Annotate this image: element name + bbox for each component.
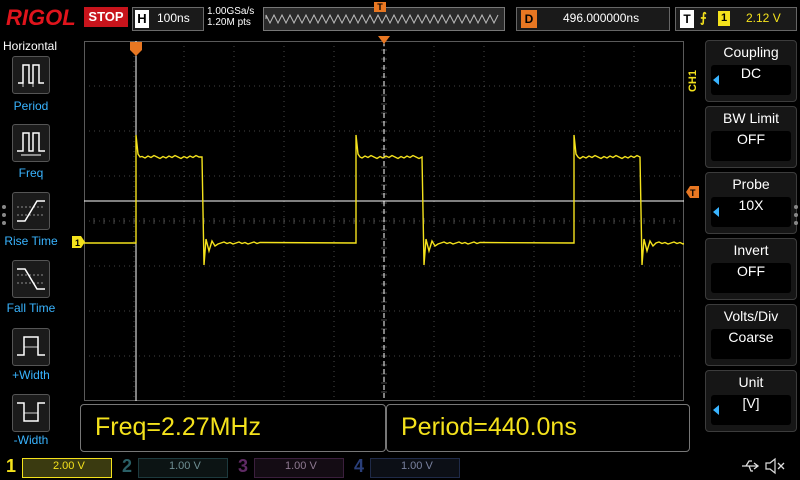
unit-title: Unit (738, 374, 764, 390)
volts-div-value: Coarse (711, 329, 791, 359)
usb-icon (742, 460, 760, 472)
menu-title: Horizontal (3, 39, 58, 53)
trigger-edge-icon: ⨍ (700, 10, 707, 25)
bw-limit-value: OFF (711, 131, 791, 161)
menu-page-dots-icon (2, 205, 6, 225)
sample-rate: 1.00GSa/s (207, 6, 255, 17)
brand-logo: RIGOL (6, 5, 76, 30)
channel-settings-menu: Coupling DC BW Limit OFF Probe 10X Inver… (700, 36, 800, 454)
delay-value: 496.000000ns (563, 11, 640, 25)
freq-button[interactable] (12, 124, 50, 162)
channel-status-bar: 1 2.00 V 2 1.00 V 3 1.00 V 4 1.00 V (0, 454, 800, 480)
channel-3-panel: 1.00 V (254, 458, 344, 478)
period-label: Period (13, 99, 49, 113)
positive-width-icon (17, 336, 45, 356)
freq-label: Freq (18, 166, 44, 180)
cursor-a-marker[interactable] (130, 42, 142, 56)
channel-3-status[interactable]: 3 1.00 V (234, 456, 344, 478)
delay-key: D (521, 10, 537, 28)
volts-div-title: Volts/Div (723, 308, 779, 324)
period-icon (18, 64, 44, 87)
channel-4-panel: 1.00 V (370, 458, 460, 478)
bw-limit-setting[interactable]: BW Limit OFF (705, 106, 797, 168)
period-button[interactable] (12, 56, 50, 94)
channel-4-scale: 1.00 V (401, 460, 433, 472)
unit-setting[interactable]: Unit [V] (705, 370, 797, 432)
selector-arrow-icon (713, 207, 719, 217)
channel-2-scale: 1.00 V (169, 460, 201, 472)
invert-value: OFF (711, 263, 791, 293)
trigger-position-marker[interactable]: T (374, 2, 386, 12)
memory-depth: 1.20M pts (207, 17, 251, 28)
probe-value: 10X (711, 197, 791, 227)
trigger-source: 1 (718, 11, 730, 26)
right-menu-page-dots-icon (794, 205, 798, 225)
frequency-readout: Freq=2.27MHz (95, 413, 262, 441)
negative-width-label: -Width (13, 433, 49, 447)
trigger-display[interactable]: T ⨍ 1 2.12 V (675, 7, 797, 31)
rise-time-button[interactable] (12, 192, 50, 230)
channel-2-number: 2 (121, 456, 132, 476)
volts-div-setting[interactable]: Volts/Div Coarse (705, 304, 797, 366)
trigger-point-marker (378, 36, 390, 44)
channel-1-panel: 2.00 V (22, 458, 112, 478)
frequency-icon (17, 132, 45, 156)
ch1-marker-text: 1 (75, 238, 80, 248)
positive-width-label: +Width (12, 368, 50, 382)
waveform-display[interactable] (83, 40, 699, 402)
fall-time-icon (17, 268, 45, 290)
channel-1-number: 1 (5, 456, 16, 476)
top-status-bar: RIGOL STOP H 100ns 1.00GSa/s 1.20M pts T… (0, 0, 800, 36)
probe-title: Probe (732, 176, 770, 192)
waveform-grid (83, 40, 699, 402)
trigger-level-marker[interactable]: T (685, 186, 699, 198)
unit-value: [V] (711, 395, 791, 425)
coupling-title: Coupling (723, 44, 779, 60)
channel-1-status[interactable]: 1 2.00 V (2, 456, 112, 478)
rise-time-label: Rise Time (4, 234, 58, 248)
positive-width-button[interactable] (12, 328, 50, 366)
horizontal-measure-menu: Horizontal Period Freq Rise Time Fall Ti… (0, 36, 62, 454)
ch1-offset-marker[interactable]: 1 (72, 236, 86, 248)
channel-4-number: 4 (353, 456, 364, 476)
invert-title: Invert (733, 242, 769, 258)
selector-arrow-icon (713, 405, 719, 415)
period-measurement: Period=440.0ns (386, 404, 690, 452)
timebase-value: 100ns (157, 11, 190, 25)
bw-limit-title: BW Limit (723, 110, 779, 126)
acquisition-info: 1.00GSa/s 1.20M pts (207, 6, 254, 28)
trigger-level: 2.12 V (746, 11, 781, 25)
coupling-value: DC (711, 65, 791, 95)
selector-arrow-icon (713, 75, 719, 85)
probe-setting[interactable]: Probe 10X (705, 172, 797, 234)
rise-time-icon (17, 200, 45, 222)
run-stop-indicator[interactable]: STOP (84, 7, 128, 27)
trigger-marker-text: T (690, 188, 696, 198)
frequency-measurement: Freq=2.27MHz (80, 404, 386, 452)
fall-time-label: Fall Time (6, 301, 56, 315)
horizontal-key: H (135, 10, 149, 28)
channel-2-status[interactable]: 2 1.00 V (118, 456, 228, 478)
delay-display[interactable]: D 496.000000ns (516, 7, 670, 31)
channel-3-number: 3 (237, 456, 248, 476)
invert-setting[interactable]: Invert OFF (705, 238, 797, 300)
fall-time-button[interactable] (12, 260, 50, 298)
speaker-mute-icon[interactable] (764, 457, 786, 475)
coupling-setting[interactable]: Coupling DC (705, 40, 797, 102)
trigger-key: T (680, 10, 694, 28)
channel-2-panel: 1.00 V (138, 458, 228, 478)
period-readout: Period=440.0ns (401, 413, 577, 441)
channel-menu-tag: CH1 (687, 70, 699, 93)
negative-width-icon (17, 402, 45, 422)
timebase-display[interactable]: H 100ns (132, 7, 204, 31)
channel-3-scale: 1.00 V (285, 460, 317, 472)
channel-4-status[interactable]: 4 1.00 V (350, 456, 460, 478)
negative-width-button[interactable] (12, 394, 50, 432)
channel-1-scale: 2.00 V (53, 460, 85, 472)
